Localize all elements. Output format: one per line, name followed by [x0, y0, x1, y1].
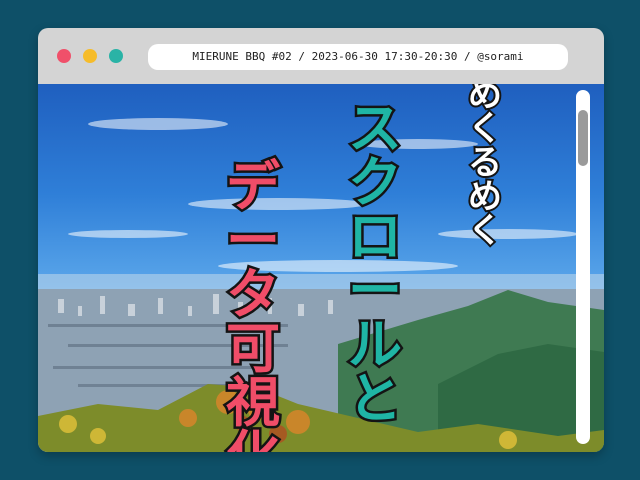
title-char: ー — [346, 259, 405, 322]
title-char: ク — [346, 151, 405, 214]
city-landscape-image — [38, 118, 604, 452]
scrollbar-thumb[interactable] — [578, 110, 588, 166]
title-bar: MIERUNE BBQ #02 / 2023-06-30 17:30-20:30… — [38, 28, 604, 84]
title-char: タ — [224, 263, 283, 326]
title-char: 視 — [224, 371, 283, 434]
title-char: デ — [224, 155, 283, 218]
title-line-2: ス ク ロ ー ル と — [346, 97, 405, 430]
title-char: 可 — [224, 317, 283, 380]
close-window-button[interactable] — [57, 49, 71, 63]
title-char: 化 — [224, 427, 283, 452]
vertical-scrollbar[interactable] — [576, 90, 590, 444]
maximize-window-button[interactable] — [109, 49, 123, 63]
minimize-window-button[interactable] — [83, 49, 97, 63]
title-char: め — [466, 84, 504, 115]
title-char: ス — [346, 97, 405, 160]
title-char: と — [346, 367, 405, 430]
title-line-1: め く る め く — [466, 84, 504, 251]
address-bar[interactable]: MIERUNE BBQ #02 / 2023-06-30 17:30-20:30… — [148, 44, 568, 70]
title-char: ル — [346, 313, 405, 376]
title-char: く — [466, 211, 504, 251]
title-char: ー — [224, 209, 283, 272]
title-char: る — [466, 143, 504, 183]
title-char: ロ — [346, 205, 405, 268]
title-line-3: デ ー タ 可 視 化 — [224, 155, 283, 452]
title-char: め — [466, 177, 504, 217]
page-viewport[interactable]: め く る め く ス ク ロ ー ル と デ ー タ 可 視 化 — [38, 84, 604, 452]
title-char: く — [466, 109, 504, 149]
browser-window: MIERUNE BBQ #02 / 2023-06-30 17:30-20:30… — [38, 28, 604, 452]
